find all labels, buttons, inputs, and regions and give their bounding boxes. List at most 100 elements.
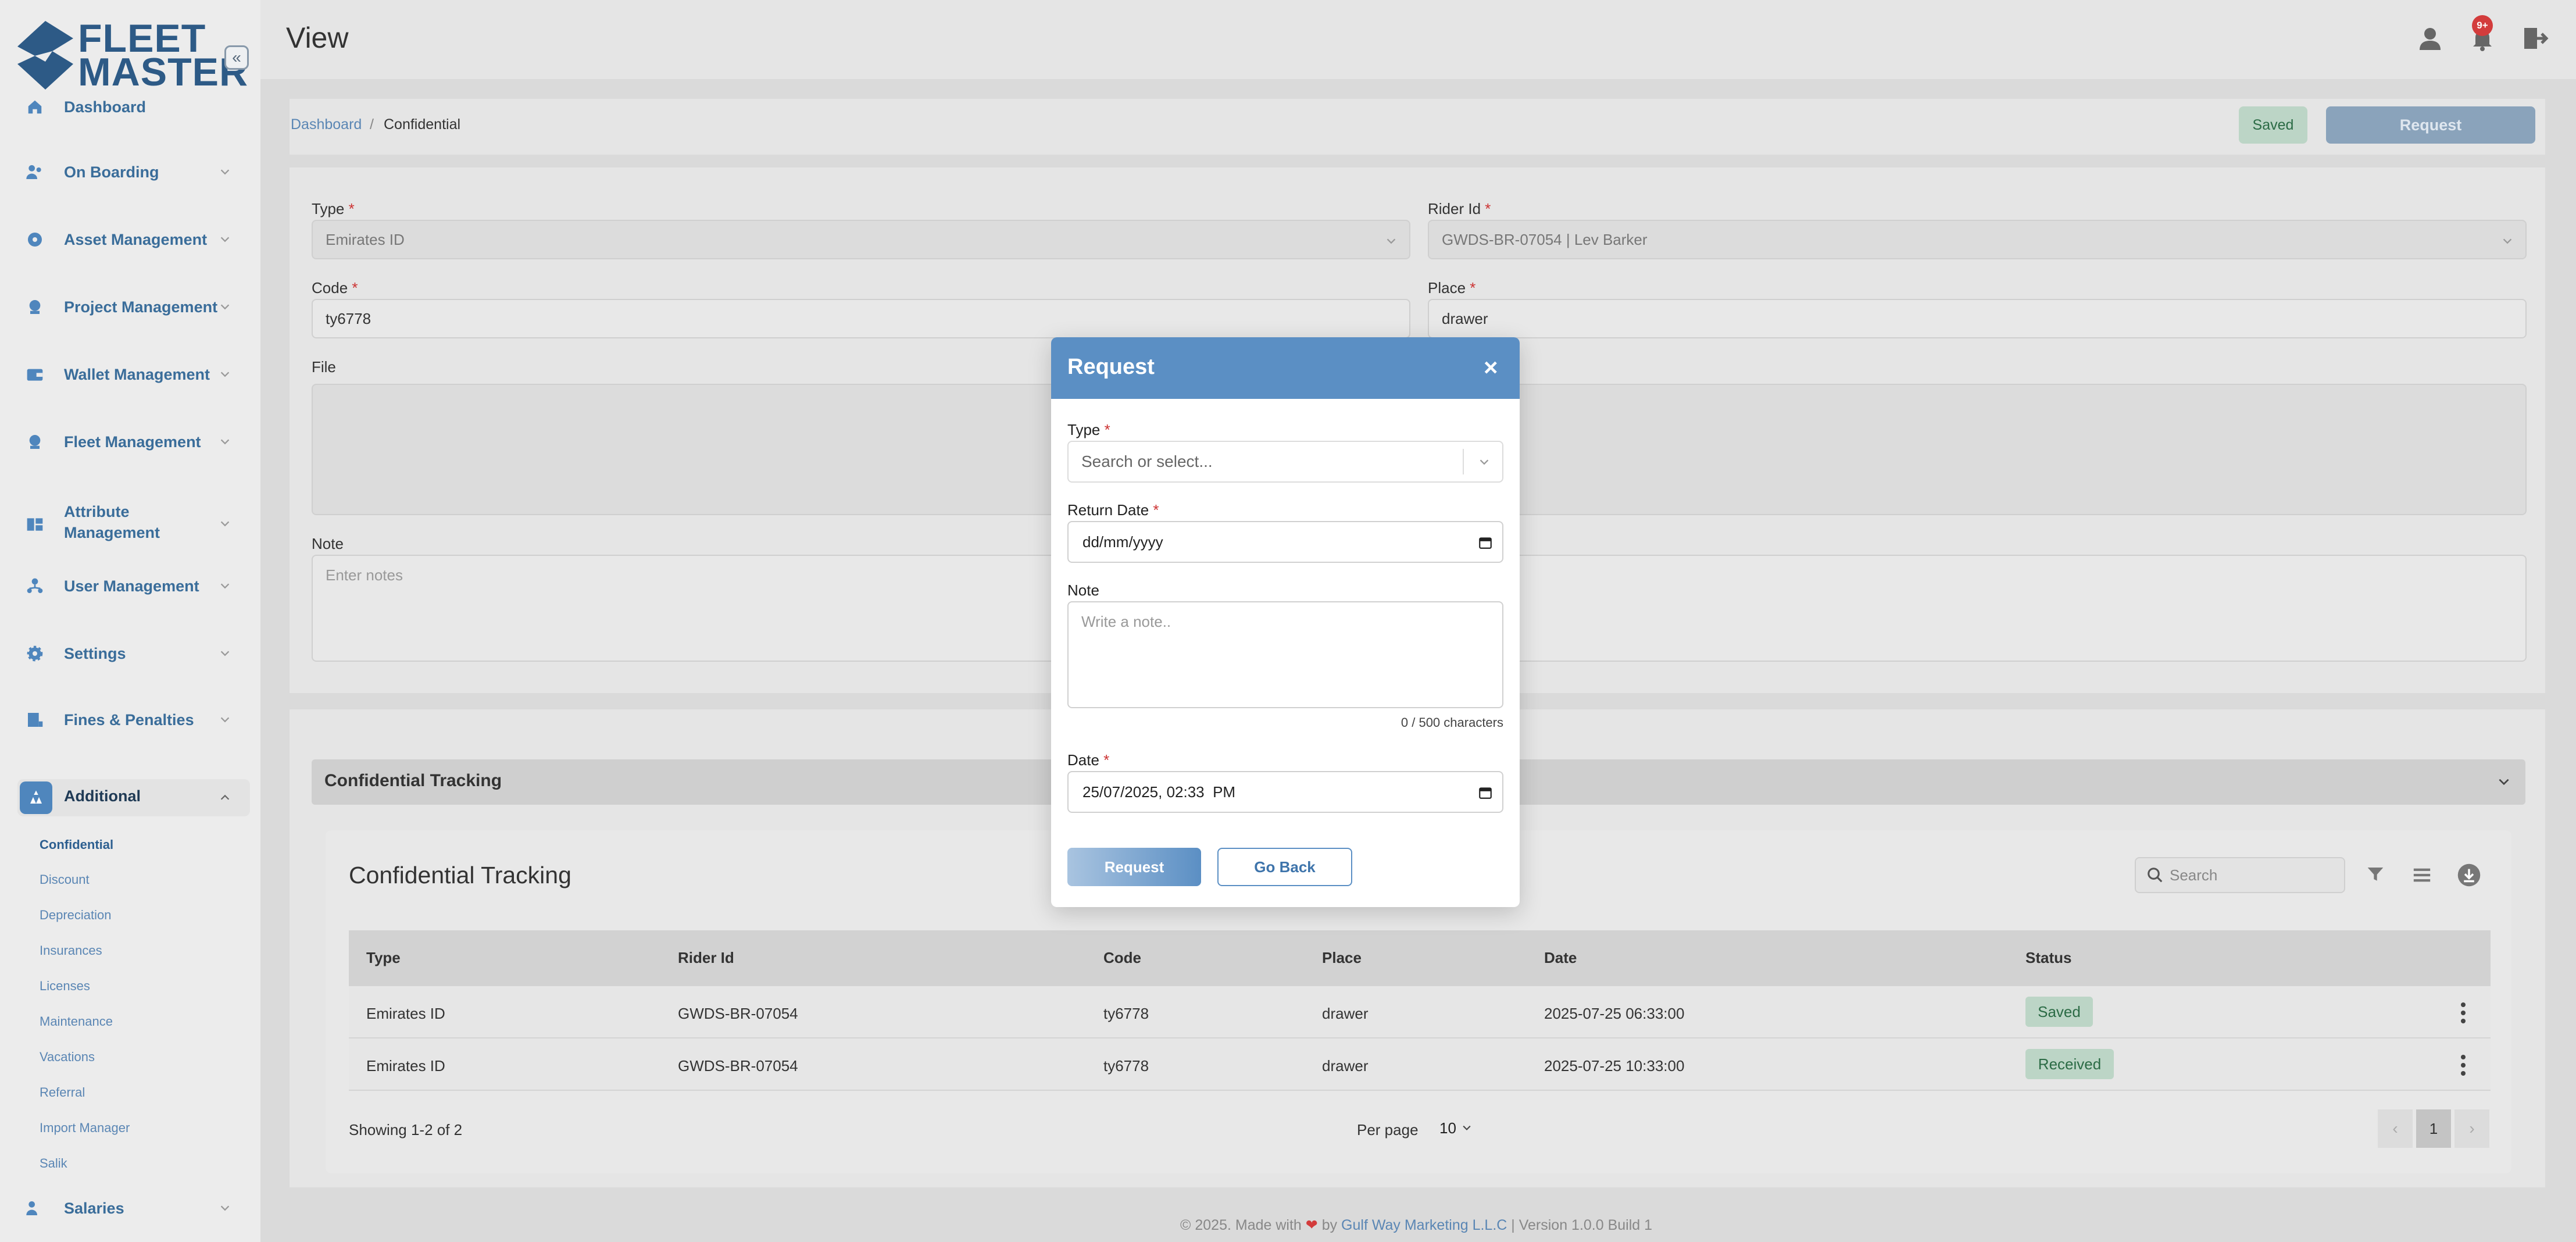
chevron-down-icon — [220, 521, 230, 527]
project-icon — [23, 295, 47, 319]
column-header-date[interactable]: Date — [1544, 949, 1577, 967]
cell-rider-id: GWDS-BR-07054 — [678, 1057, 798, 1075]
chevron-up-icon — [220, 794, 230, 800]
list-view-icon[interactable] — [2411, 865, 2432, 885]
asset-icon — [23, 228, 47, 251]
modal-request-button[interactable]: Request — [1067, 848, 1201, 886]
per-page-value: 10 — [1439, 1119, 1456, 1137]
top-bar: View — [260, 0, 2576, 79]
saved-button[interactable]: Saved — [2239, 106, 2307, 144]
modal-title: Request — [1067, 355, 1155, 379]
company-link[interactable]: Gulf Way Marketing L.L.C — [1341, 1217, 1507, 1233]
filter-icon[interactable] — [2366, 865, 2385, 884]
sidebar-subitem-insurances[interactable]: Insurances — [40, 943, 102, 958]
datetime-input[interactable]: 25/07/2025, 02:33 PM — [1067, 771, 1503, 813]
sidebar-item-label: Additional — [64, 787, 141, 805]
sidebar-item-label: On Boarding — [64, 163, 159, 181]
per-page-label: Per page — [1357, 1121, 1419, 1138]
sidebar-subitem-vacations[interactable]: Vacations — [40, 1050, 95, 1065]
modal-header: Request × — [1051, 337, 1520, 399]
return-date-value: dd/mm/yyyy — [1082, 533, 1163, 551]
sidebar-item-label: Attribute Management — [64, 503, 160, 541]
return-date-input[interactable]: dd/mm/yyyy — [1067, 521, 1503, 563]
sidebar-subitem-licenses[interactable]: Licenses — [40, 979, 90, 994]
rider-id-select[interactable]: GWDS-BR-07054 | Lev Barker — [1428, 220, 2527, 259]
table-row[interactable] — [349, 986, 2491, 1038]
tracking-card-title: Confidential Tracking — [349, 862, 571, 888]
modal-note-textarea[interactable]: Write a note.. — [1067, 601, 1503, 708]
user-management-icon — [23, 574, 47, 598]
search-input[interactable]: Search — [2135, 857, 2345, 893]
sidebar-item-label: Fines & Penalties — [64, 711, 194, 729]
tracking-section-title: Confidential Tracking — [324, 771, 502, 790]
modal-type-select[interactable]: Search or select... — [1067, 441, 1503, 483]
sidebar-item-label: Settings — [64, 645, 126, 662]
modal-type-label: Type * — [1067, 421, 1110, 438]
sidebar-item-label: Wallet Management — [64, 366, 210, 383]
per-page-select[interactable]: 10 — [1439, 1114, 1486, 1142]
request-button[interactable]: Request — [2326, 106, 2535, 144]
breadcrumb-separator: / — [370, 116, 374, 133]
char-counter: 0 / 500 characters — [1400, 715, 1503, 730]
sidebar-subitem-salik[interactable]: Salik — [40, 1156, 67, 1171]
sidebar-item-additional[interactable]: Additional — [17, 779, 250, 816]
gear-icon — [23, 642, 47, 665]
footer-prefix: © 2025. Made with — [1180, 1217, 1302, 1233]
wallet-icon — [23, 363, 47, 386]
footer: © 2025. Made with ❤ by Gulf Way Marketin… — [1180, 1216, 1652, 1234]
column-header-code[interactable]: Code — [1103, 949, 1141, 967]
breadcrumb-current: Confidential — [384, 116, 461, 133]
table-header — [349, 930, 2491, 986]
breadcrumb-home[interactable]: Dashboard — [291, 116, 362, 133]
column-header-place[interactable]: Place — [1322, 949, 1362, 967]
table-row[interactable] — [349, 1038, 2491, 1091]
fines-icon — [23, 708, 47, 731]
calendar-icon[interactable] — [1478, 785, 1493, 800]
prev-page-button[interactable]: ‹ — [2378, 1109, 2413, 1148]
type-select[interactable]: Emirates ID — [312, 220, 1410, 259]
cell-place: drawer — [1322, 1005, 1369, 1022]
sidebar-subitem-referral[interactable]: Referral — [40, 1085, 85, 1100]
cell-rider-id: GWDS-BR-07054 — [678, 1005, 798, 1022]
sidebar-subitem-discount[interactable]: Discount — [40, 872, 90, 887]
breadcrumb-bar — [290, 99, 2545, 155]
chevron-down-icon — [220, 237, 230, 242]
kebab-menu-icon[interactable] — [2460, 1054, 2466, 1077]
code-input[interactable]: ty6778 — [312, 299, 1410, 338]
calendar-icon[interactable] — [1478, 535, 1493, 550]
collapse-sidebar-button[interactable]: « — [224, 45, 249, 70]
download-icon[interactable] — [2457, 863, 2481, 887]
column-header-rider-id[interactable]: Rider Id — [678, 949, 734, 967]
logout-icon[interactable] — [2521, 24, 2549, 52]
sidebar-item-attribute-management[interactable]: Attribute Management — [0, 501, 244, 548]
chevron-down-icon[interactable] — [2496, 775, 2511, 790]
user-icon[interactable] — [2416, 24, 2444, 52]
place-input[interactable]: drawer — [1428, 299, 2527, 338]
sidebar-subitem-depreciation[interactable]: Depreciation — [40, 908, 112, 923]
close-icon[interactable]: × — [1484, 354, 1498, 381]
sidebar-item-label: Dashboard — [64, 98, 147, 116]
page-number-button[interactable]: 1 — [2416, 1109, 2451, 1148]
pagination-summary: Showing 1-2 of 2 — [349, 1121, 463, 1138]
fleet-icon — [23, 430, 47, 454]
logo[interactable]: FLEET MASTER — [17, 16, 249, 94]
sidebar-subitem-confidential[interactable]: Confidential — [40, 837, 113, 852]
chevron-down-icon — [220, 304, 230, 310]
chevron-down-icon — [220, 1205, 230, 1211]
chevron-down-icon — [220, 169, 230, 175]
next-page-button[interactable]: › — [2454, 1109, 2489, 1148]
logo-text: FLEET MASTER — [78, 16, 249, 94]
chevron-down-icon — [220, 717, 230, 723]
users-icon — [23, 160, 47, 184]
column-header-type[interactable]: Type — [366, 949, 401, 967]
search-icon — [2148, 868, 2163, 883]
column-header-status[interactable]: Status — [2025, 949, 2071, 967]
cell-date: 2025-07-25 06:33:00 — [1544, 1005, 1685, 1022]
sidebar-subitem-maintenance[interactable]: Maintenance — [40, 1014, 113, 1029]
heart-icon: ❤ — [1305, 1217, 1318, 1233]
sidebar: FLEET MASTER « Dashboard On Boarding Ass… — [0, 0, 260, 1242]
sidebar-subitem-import-manager[interactable]: Import Manager — [40, 1120, 130, 1136]
kebab-menu-icon[interactable] — [2460, 1001, 2466, 1025]
cell-date: 2025-07-25 10:33:00 — [1544, 1057, 1685, 1075]
go-back-button[interactable]: Go Back — [1217, 848, 1352, 886]
